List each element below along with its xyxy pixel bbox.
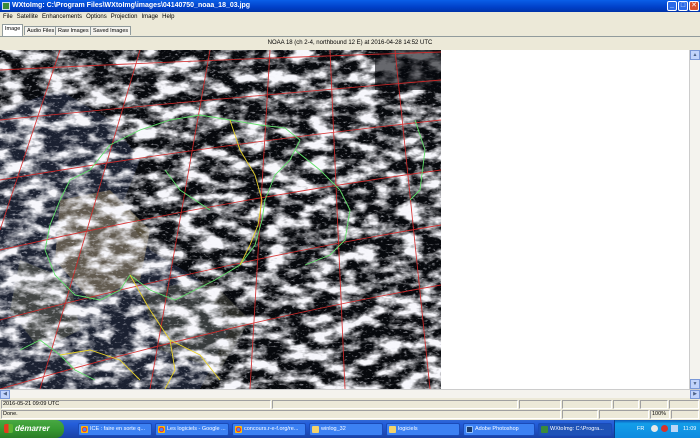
wxtoimg-app-icon[interactable] <box>2 2 10 10</box>
chrome-icon <box>81 426 88 433</box>
wxtoimg-icon <box>541 426 548 433</box>
taskbar-item-folder-winlog[interactable]: winlog_32 <box>309 423 383 436</box>
minimize-button[interactable]: _ <box>667 1 677 11</box>
folder-icon <box>389 426 396 433</box>
window-title: WXtoImg: C:\Program Files\WXtoImg\images… <box>12 2 251 9</box>
menu-satellite[interactable]: Satellite <box>15 12 40 22</box>
status-progress: 100% <box>650 410 670 419</box>
image-canvas-empty-area <box>441 50 689 389</box>
language-indicator[interactable]: FR <box>637 420 644 438</box>
network-icon[interactable] <box>651 425 658 432</box>
image-caption: NOAA 18 (ch 2-4, northbound 12 E) at 201… <box>267 40 433 46</box>
status-cell <box>272 400 518 409</box>
status-cell <box>613 400 639 409</box>
satellite-image[interactable] <box>0 50 441 389</box>
status-cell <box>671 410 699 419</box>
tab-strip: Image Audio Files Raw Images Saved Image… <box>0 24 700 37</box>
taskbar-item-label: ICE : faire en sorte q... <box>90 426 146 432</box>
taskbar-item-label: logiciels <box>398 426 418 432</box>
start-button[interactable]: démarrer <box>0 420 64 438</box>
scroll-up-arrow-icon[interactable]: ▲ <box>690 50 700 60</box>
tab-image[interactable]: Image <box>2 24 24 36</box>
maximize-button[interactable]: □ <box>678 1 688 11</box>
tab-saved-images[interactable]: Saved Images <box>90 26 132 35</box>
status-cell <box>599 410 649 419</box>
taskbar-item-label: Les logiciels - Google ... <box>167 426 226 432</box>
close-button[interactable]: ✕ <box>689 1 699 11</box>
status-datetime: 2016-05-21 09:09 UTC <box>1 400 271 409</box>
taskbar-item-chrome-logiciels[interactable]: Les logiciels - Google ... <box>155 423 229 436</box>
taskbar-item-wxtoimg[interactable]: WXtoImg: C:\Progra... <box>538 423 612 436</box>
windows-logo-icon <box>4 424 13 433</box>
vertical-scrollbar[interactable]: ▲ ▼ <box>689 50 700 389</box>
tab-audio-files[interactable]: Audio Files <box>24 26 58 35</box>
tab-raw-images[interactable]: Raw Images <box>55 26 92 35</box>
taskbar-item-label: concours.r-e-f.org/re... <box>244 426 299 432</box>
status-cell <box>640 400 668 409</box>
taskbar-item-photoshop[interactable]: Adobe Photoshop <box>463 423 535 436</box>
status-row-upper: 2016-05-21 09:09 UTC <box>0 400 700 409</box>
menu-image[interactable]: Image <box>139 12 160 22</box>
status-cell <box>519 400 561 409</box>
scroll-left-arrow-icon[interactable]: ◀ <box>0 390 10 399</box>
taskbar-item-chrome-ice[interactable]: ICE : faire en sorte q... <box>78 423 152 436</box>
menu-bar: File Satellite Enhancements Options Projecti… <box>0 12 700 22</box>
start-label: démarrer <box>15 424 50 433</box>
scroll-right-arrow-icon[interactable]: ▶ <box>690 390 700 399</box>
menu-enhancements[interactable]: Enhancements <box>40 12 84 22</box>
status-row-lower: Done. 100% <box>0 410 700 419</box>
status-message: Done. <box>1 410 561 419</box>
satellite-image-drawing <box>0 50 441 389</box>
status-cell <box>669 400 699 409</box>
taskbar-item-label: Adobe Photoshop <box>475 426 519 432</box>
taskbar-item-label: winlog_32 <box>321 426 346 432</box>
folder-icon <box>312 426 319 433</box>
status-cell <box>562 410 598 419</box>
menu-file[interactable]: File <box>1 12 15 22</box>
antivirus-icon[interactable] <box>661 425 668 432</box>
taskbar-item-label: WXtoImg: C:\Progra... <box>550 426 604 432</box>
taskbar-item-chrome-concours[interactable]: concours.r-e-f.org/re... <box>232 423 306 436</box>
system-tray: FR 11:09 <box>614 420 700 438</box>
taskbar-item-folder-logiciels[interactable]: logiciels <box>386 423 460 436</box>
scroll-down-arrow-icon[interactable]: ▼ <box>690 379 700 389</box>
title-bar[interactable]: WXtoImg: C:\Program Files\WXtoImg\images… <box>0 0 700 12</box>
volume-icon[interactable] <box>671 425 678 432</box>
photoshop-icon <box>466 426 473 433</box>
menu-help[interactable]: Help <box>160 12 176 22</box>
chrome-icon <box>235 426 242 433</box>
status-cell <box>562 400 612 409</box>
taskbar: démarrer ICE : faire en sorte q... Les l… <box>0 420 700 438</box>
chrome-icon <box>158 426 165 433</box>
clock[interactable]: 11:09 <box>683 420 696 438</box>
horizontal-scrollbar[interactable]: ◀ ▶ <box>0 389 700 399</box>
menu-options[interactable]: Options <box>84 12 109 22</box>
menu-projection[interactable]: Projection <box>109 12 140 22</box>
